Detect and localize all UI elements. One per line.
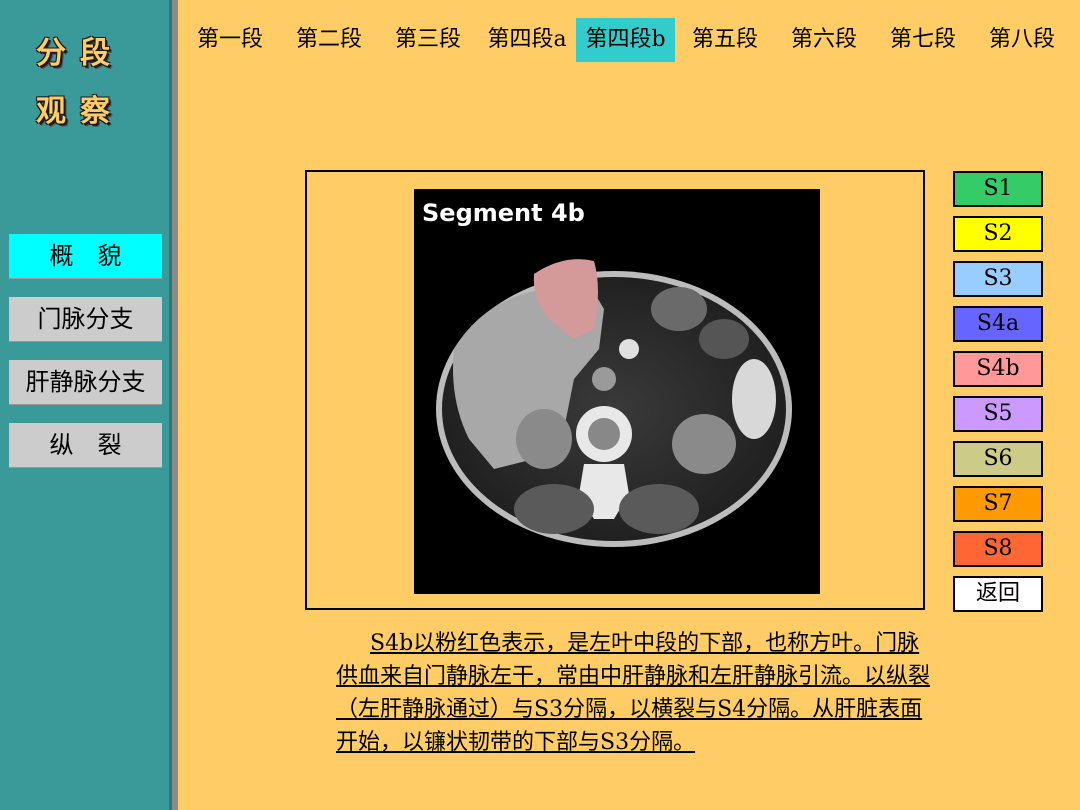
segment-button-s7[interactable]: S7 bbox=[953, 486, 1043, 522]
segment-button-s8[interactable]: S8 bbox=[953, 531, 1043, 567]
segment-button-s2[interactable]: S2 bbox=[953, 216, 1043, 252]
sidebar: 分段 观察 概 貌 门脉分支 肝静脉分支 纵 裂 bbox=[0, 0, 172, 810]
ct-scan-graphic: Segment 4b bbox=[422, 199, 792, 547]
logo-title-line2: 观察 bbox=[36, 94, 124, 129]
segment-button-s4b[interactable]: S4b bbox=[953, 351, 1043, 387]
segment-button-s3[interactable]: S3 bbox=[953, 261, 1043, 297]
sidebar-item-hepatic-vein-branches[interactable]: 肝静脉分支 bbox=[9, 360, 162, 405]
logo-title-line1: 分段 bbox=[36, 36, 124, 71]
tab-segment-1[interactable]: 第一段 bbox=[188, 18, 272, 62]
sidebar-item-overview[interactable]: 概 貌 bbox=[9, 234, 162, 279]
tab-segment-4b[interactable]: 第四段b bbox=[576, 18, 675, 62]
sidebar-item-longitudinal-fissure[interactable]: 纵 裂 bbox=[9, 423, 162, 468]
sidebar-divider bbox=[172, 0, 178, 810]
segment-button-s5[interactable]: S5 bbox=[953, 396, 1043, 432]
tab-segment-8[interactable]: 第八段 bbox=[980, 18, 1064, 62]
segment-button-s1[interactable]: S1 bbox=[953, 171, 1043, 207]
tab-segment-4a[interactable]: 第四段a bbox=[480, 18, 574, 62]
back-button[interactable]: 返回 bbox=[953, 576, 1043, 612]
image-title: Segment 4b bbox=[422, 199, 585, 227]
description-text: S4b以粉红色表示，是左叶中段的下部，也称方叶。门脉供血来自门静脉左干，常由中肝… bbox=[336, 631, 931, 755]
tab-segment-6[interactable]: 第六段 bbox=[782, 18, 866, 62]
tab-segment-3[interactable]: 第三段 bbox=[386, 18, 470, 62]
tab-segment-7[interactable]: 第七段 bbox=[881, 18, 965, 62]
tab-segment-5[interactable]: 第五段 bbox=[683, 18, 767, 62]
sidebar-item-portal-branches[interactable]: 门脉分支 bbox=[9, 297, 162, 342]
ct-scan-image: Segment 4b bbox=[414, 189, 820, 594]
segment-button-s4a[interactable]: S4a bbox=[953, 306, 1043, 342]
segment-button-s6[interactable]: S6 bbox=[953, 441, 1043, 477]
tab-segment-2[interactable]: 第二段 bbox=[287, 18, 371, 62]
